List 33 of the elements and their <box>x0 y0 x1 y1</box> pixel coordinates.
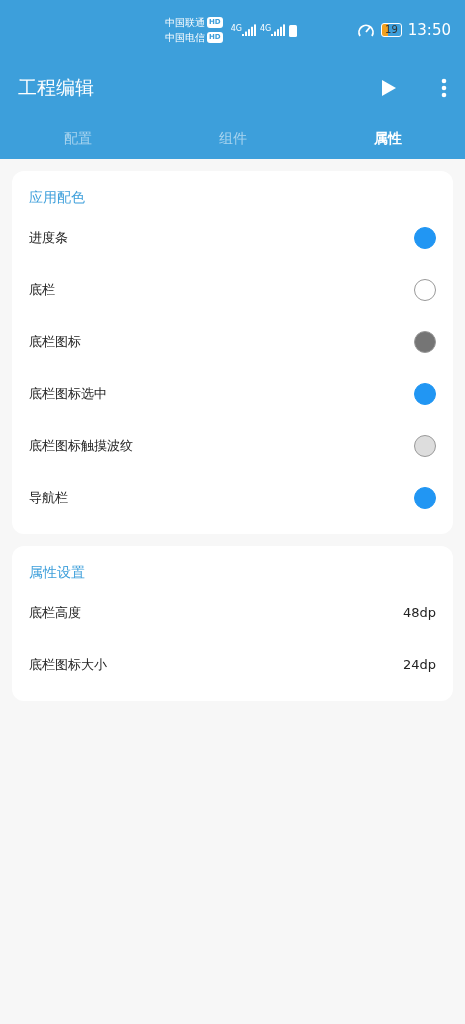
setting-label: 底栏图标触摸波纹 <box>29 437 133 456</box>
network-type: 4G <box>230 24 242 33</box>
setting-label: 底栏高度 <box>29 604 81 623</box>
color-swatch[interactable] <box>414 279 436 301</box>
signal-icon <box>271 24 286 36</box>
setting-label: 底栏图标选中 <box>29 385 107 404</box>
setting-label: 导航栏 <box>29 489 68 508</box>
section-title: 属性设置 <box>28 563 86 582</box>
color-swatch[interactable] <box>414 227 436 249</box>
status-time: 13:50 <box>407 19 451 41</box>
color-swatch[interactable] <box>414 331 436 353</box>
sim-icon <box>289 23 298 37</box>
tab[interactable]: 属性 <box>310 115 465 159</box>
speedometer-icon <box>357 22 376 38</box>
tab[interactable]: 组件 <box>155 115 310 159</box>
screen-title: 工程编辑 <box>18 75 95 101</box>
carrier-name: 中国电信 <box>165 31 205 45</box>
section-title: 应用配色 <box>28 188 86 207</box>
setting-label: 底栏 <box>29 281 55 300</box>
network-type: 4G <box>259 24 272 33</box>
tab[interactable]: 配置 <box>0 115 155 159</box>
setting-value: 48dp <box>402 604 436 623</box>
color-swatch[interactable] <box>414 383 436 405</box>
color-swatch[interactable] <box>414 435 436 457</box>
play-icon[interactable] <box>381 78 397 97</box>
carrier-name: 中国联通 <box>165 16 205 30</box>
setting-label: 底栏图标 <box>29 333 81 352</box>
setting-label: 进度条 <box>29 229 68 248</box>
color-swatch[interactable] <box>414 487 436 509</box>
more-menu-icon[interactable] <box>441 77 447 98</box>
setting-label: 底栏图标大小 <box>29 656 107 675</box>
setting-value: 24dp <box>402 656 436 675</box>
signal-icon <box>241 24 256 36</box>
